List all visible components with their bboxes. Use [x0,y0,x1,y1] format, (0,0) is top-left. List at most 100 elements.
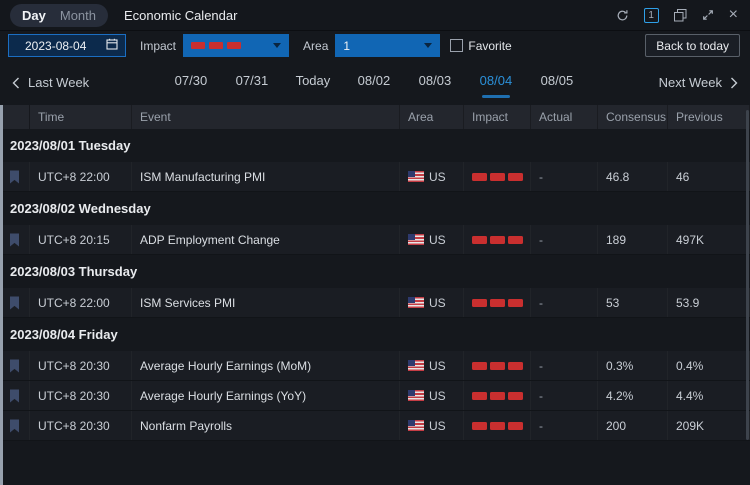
impact-cell [464,288,531,317]
actual-cell: - [531,162,598,191]
date-picker-input[interactable]: 2023-08-04 [8,34,126,57]
bookmark-icon[interactable] [9,359,20,373]
bookmark-icon[interactable] [9,233,20,247]
events-table: Time Event Area Impact Actual Consensus … [0,105,750,441]
area-cell: US [400,351,464,380]
fullscreen-icon[interactable] [702,9,714,21]
title-bar: Day Month Economic Calendar 1 × [0,0,750,31]
week-day-tab[interactable]: 08/02 [356,63,392,102]
consensus-cell: 189 [598,225,668,254]
header-time: Time [30,105,132,129]
date-group-label: 2023/08/04 Friday [10,327,118,342]
us-flag-icon [408,297,424,308]
week-day-label: 08/05 [541,73,574,88]
table-row[interactable]: UTC+8 22:00 ISM Manufacturing PMI US - 4… [0,162,750,192]
bookmark-cell [0,381,30,410]
week-day-label: Today [296,73,331,88]
consensus-cell: 200 [598,411,668,440]
date-group-header: 2023/08/03 Thursday [0,255,750,288]
window-controls: 1 × [616,8,738,23]
refresh-icon[interactable] [616,9,629,22]
us-flag-icon [408,171,424,182]
event-cell: ISM Manufacturing PMI [132,162,400,191]
table-row[interactable]: UTC+8 20:15 ADP Employment Change US - 1… [0,225,750,255]
consensus-cell: 53 [598,288,668,317]
date-group-header: 2023/08/02 Wednesday [0,192,750,225]
header-actual: Actual [531,105,598,129]
impact-filter-label: Impact [140,39,176,53]
bookmark-cell [0,351,30,380]
impact-cell [464,411,531,440]
bookmark-icon[interactable] [9,389,20,403]
table-header: Time Event Area Impact Actual Consensus … [0,105,750,129]
close-icon[interactable]: × [729,9,738,21]
area-filter-dropdown[interactable]: 1 [335,34,440,57]
previous-cell: 209K [668,411,750,440]
area-cell: US [400,288,464,317]
time-cell: UTC+8 20:30 [30,381,132,410]
week-day-tab[interactable]: 07/30 [173,63,209,102]
time-cell: UTC+8 20:30 [30,411,132,440]
us-flag-icon [408,420,424,431]
header-consensus: Consensus [598,105,668,129]
next-week-label: Next Week [659,75,722,90]
previous-cell: 53.9 [668,288,750,317]
area-label: US [429,359,446,373]
back-to-today-button[interactable]: Back to today [645,34,740,57]
week-day-tab[interactable]: Today [295,63,331,102]
week-day-tab[interactable]: 08/04 [478,63,514,102]
left-scrollbar[interactable] [0,105,3,485]
impact-selected-value [191,42,241,49]
table-row[interactable]: UTC+8 22:00 ISM Services PMI US - 53 53.… [0,288,750,318]
filter-bar: 2023-08-04 Impact Area 1 Favorite Back t… [0,31,750,60]
last-week-button[interactable]: Last Week [12,75,89,90]
header-previous: Previous [668,105,750,129]
bookmark-cell [0,411,30,440]
area-cell: US [400,225,464,254]
actual-cell: - [531,381,598,410]
table-row[interactable]: UTC+8 20:30 Nonfarm Payrolls US - 200 20… [0,411,750,441]
time-cell: UTC+8 20:15 [30,225,132,254]
area-label: US [429,296,446,310]
previous-cell: 4.4% [668,381,750,410]
event-cell: ISM Services PMI [132,288,400,317]
week-days: 07/30 07/31 Today 08/02 08/03 08/04 08/0… [89,63,658,102]
area-cell: US [400,381,464,410]
chevron-down-icon [424,43,432,48]
event-cell: Nonfarm Payrolls [132,411,400,440]
impact-cell [464,381,531,410]
impact-filter-dropdown[interactable] [183,34,289,57]
previous-cell: 497K [668,225,750,254]
time-cell: UTC+8 22:00 [30,162,132,191]
favorite-checkbox[interactable] [450,39,463,52]
tab-month[interactable]: Month [60,8,96,23]
consensus-cell: 4.2% [598,381,668,410]
week-day-tab[interactable]: 07/31 [234,63,270,102]
bookmark-icon[interactable] [9,419,20,433]
right-scrollbar-thumb[interactable] [746,110,749,440]
chevron-right-icon [730,77,738,89]
window-count-badge[interactable]: 1 [644,8,659,23]
view-mode-switch: Day Month [10,4,108,27]
week-day-tab[interactable]: 08/03 [417,63,453,102]
date-value: 2023-08-04 [25,39,86,53]
week-day-tab[interactable]: 08/05 [539,63,575,102]
previous-cell: 0.4% [668,351,750,380]
restore-windows-icon[interactable] [674,9,687,22]
bookmark-icon[interactable] [9,296,20,310]
table-row[interactable]: UTC+8 20:30 Average Hourly Earnings (YoY… [0,381,750,411]
us-flag-icon [408,360,424,371]
week-day-label: 08/03 [419,73,452,88]
area-label: US [429,170,446,184]
area-label: US [429,419,446,433]
us-flag-icon [408,234,424,245]
previous-cell: 46 [668,162,750,191]
bookmark-cell [0,288,30,317]
bookmark-icon[interactable] [9,170,20,184]
table-row[interactable]: UTC+8 20:30 Average Hourly Earnings (MoM… [0,351,750,381]
actual-cell: - [531,411,598,440]
chevron-down-icon [273,43,281,48]
calendar-icon [106,38,118,53]
tab-day[interactable]: Day [22,8,46,23]
next-week-button[interactable]: Next Week [659,75,738,90]
